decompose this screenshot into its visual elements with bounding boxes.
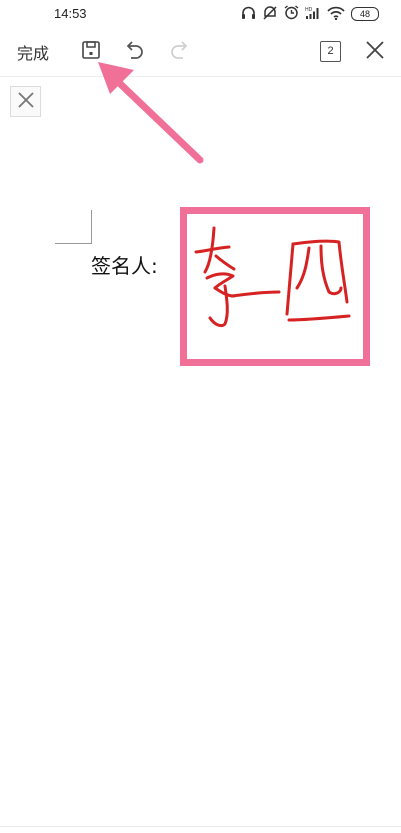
hd-signal-icon: HD bbox=[305, 5, 321, 24]
status-icons: HD 48 bbox=[241, 4, 379, 24]
annotation-arrow bbox=[90, 56, 210, 172]
close-icon bbox=[17, 91, 35, 113]
close-button[interactable] bbox=[361, 38, 389, 66]
svg-text:HD: HD bbox=[305, 7, 313, 13]
page-count-button[interactable]: 2 bbox=[320, 41, 341, 62]
alarm-icon bbox=[284, 4, 299, 24]
status-time: 14:53 bbox=[54, 6, 87, 21]
close-icon bbox=[365, 40, 385, 64]
battery-icon: 48 bbox=[351, 7, 379, 21]
headphones-icon bbox=[241, 5, 256, 24]
signature-highlight-box[interactable] bbox=[180, 207, 370, 366]
handwritten-signature bbox=[187, 226, 363, 363]
mute-icon bbox=[262, 5, 278, 24]
done-button[interactable]: 完成 bbox=[17, 40, 49, 64]
signer-label: 签名人: bbox=[91, 254, 158, 278]
margin-corner-mark bbox=[55, 210, 92, 244]
document-close-button[interactable] bbox=[10, 86, 41, 117]
wifi-icon bbox=[327, 5, 345, 24]
bottom-divider bbox=[0, 826, 401, 827]
